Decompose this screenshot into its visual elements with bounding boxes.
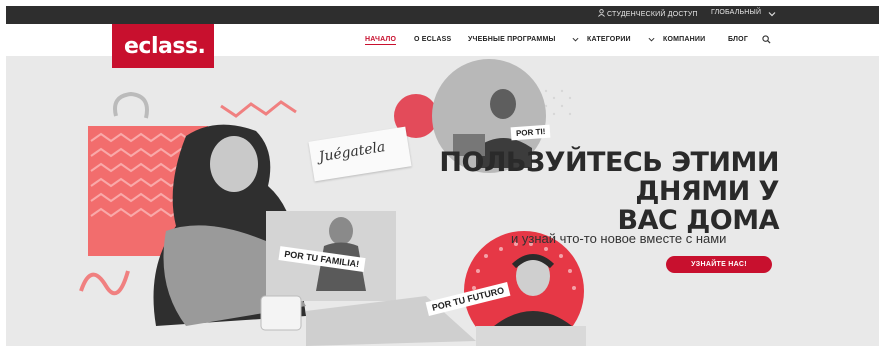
main-nav: eclass. НАЧАЛО О ECLASS УЧЕБНЫЕ ПРОГРАММ… [6, 24, 879, 68]
headline-line-1: ПОЛЬЗУЙТЕСЬ ЭТИМИ [439, 147, 779, 178]
chevron-down-icon[interactable] [572, 36, 579, 43]
nav-categories[interactable]: КАТЕГОРИИ [587, 36, 631, 43]
headline-line-2: ДНЯМИ У [635, 176, 779, 207]
nav-companies[interactable]: КОМПАНИИ [663, 36, 705, 43]
handnote-text: Juégatela [317, 139, 387, 166]
global-selector[interactable]: ГЛОБАЛЬНЫЙ [711, 9, 761, 16]
chevron-down-icon[interactable] [648, 36, 655, 43]
nav-about[interactable]: О ECLASS [414, 36, 451, 43]
logo-text: eclass. [124, 34, 206, 59]
label-por-ti: POR TI! [510, 124, 551, 141]
hero-headline: ПОЛЬЗУЙТЕСЬ ЭТИМИ ДНЯМИ У ВАС ДОМА [439, 148, 779, 235]
learn-more-button[interactable]: УЗНАЙТЕ НАС! [666, 256, 772, 273]
student-access-link[interactable]: СТУДЕНЧЕСКИЙ ДОСТУП [598, 9, 698, 18]
nav-blog[interactable]: БЛОГ [728, 36, 748, 43]
hero-subline: и узнай что-то новое вместе с нами [511, 231, 727, 246]
nav-home[interactable]: НАЧАЛО [365, 36, 397, 45]
user-icon [598, 9, 605, 17]
hero-banner: Juégatela POR TI! POR TU FAMILIA! POR TU… [6, 56, 879, 346]
student-access-label: СТУДЕНЧЕСКИЙ ДОСТУП [607, 11, 698, 18]
logo[interactable]: eclass. [112, 24, 214, 68]
search-icon[interactable] [762, 35, 771, 44]
chevron-down-icon[interactable] [768, 10, 776, 18]
top-bar: СТУДЕНЧЕСКИЙ ДОСТУП ГЛОБАЛЬНЫЙ [6, 6, 879, 24]
nav-programs[interactable]: УЧЕБНЫЕ ПРОГРАММЫ [468, 36, 556, 43]
